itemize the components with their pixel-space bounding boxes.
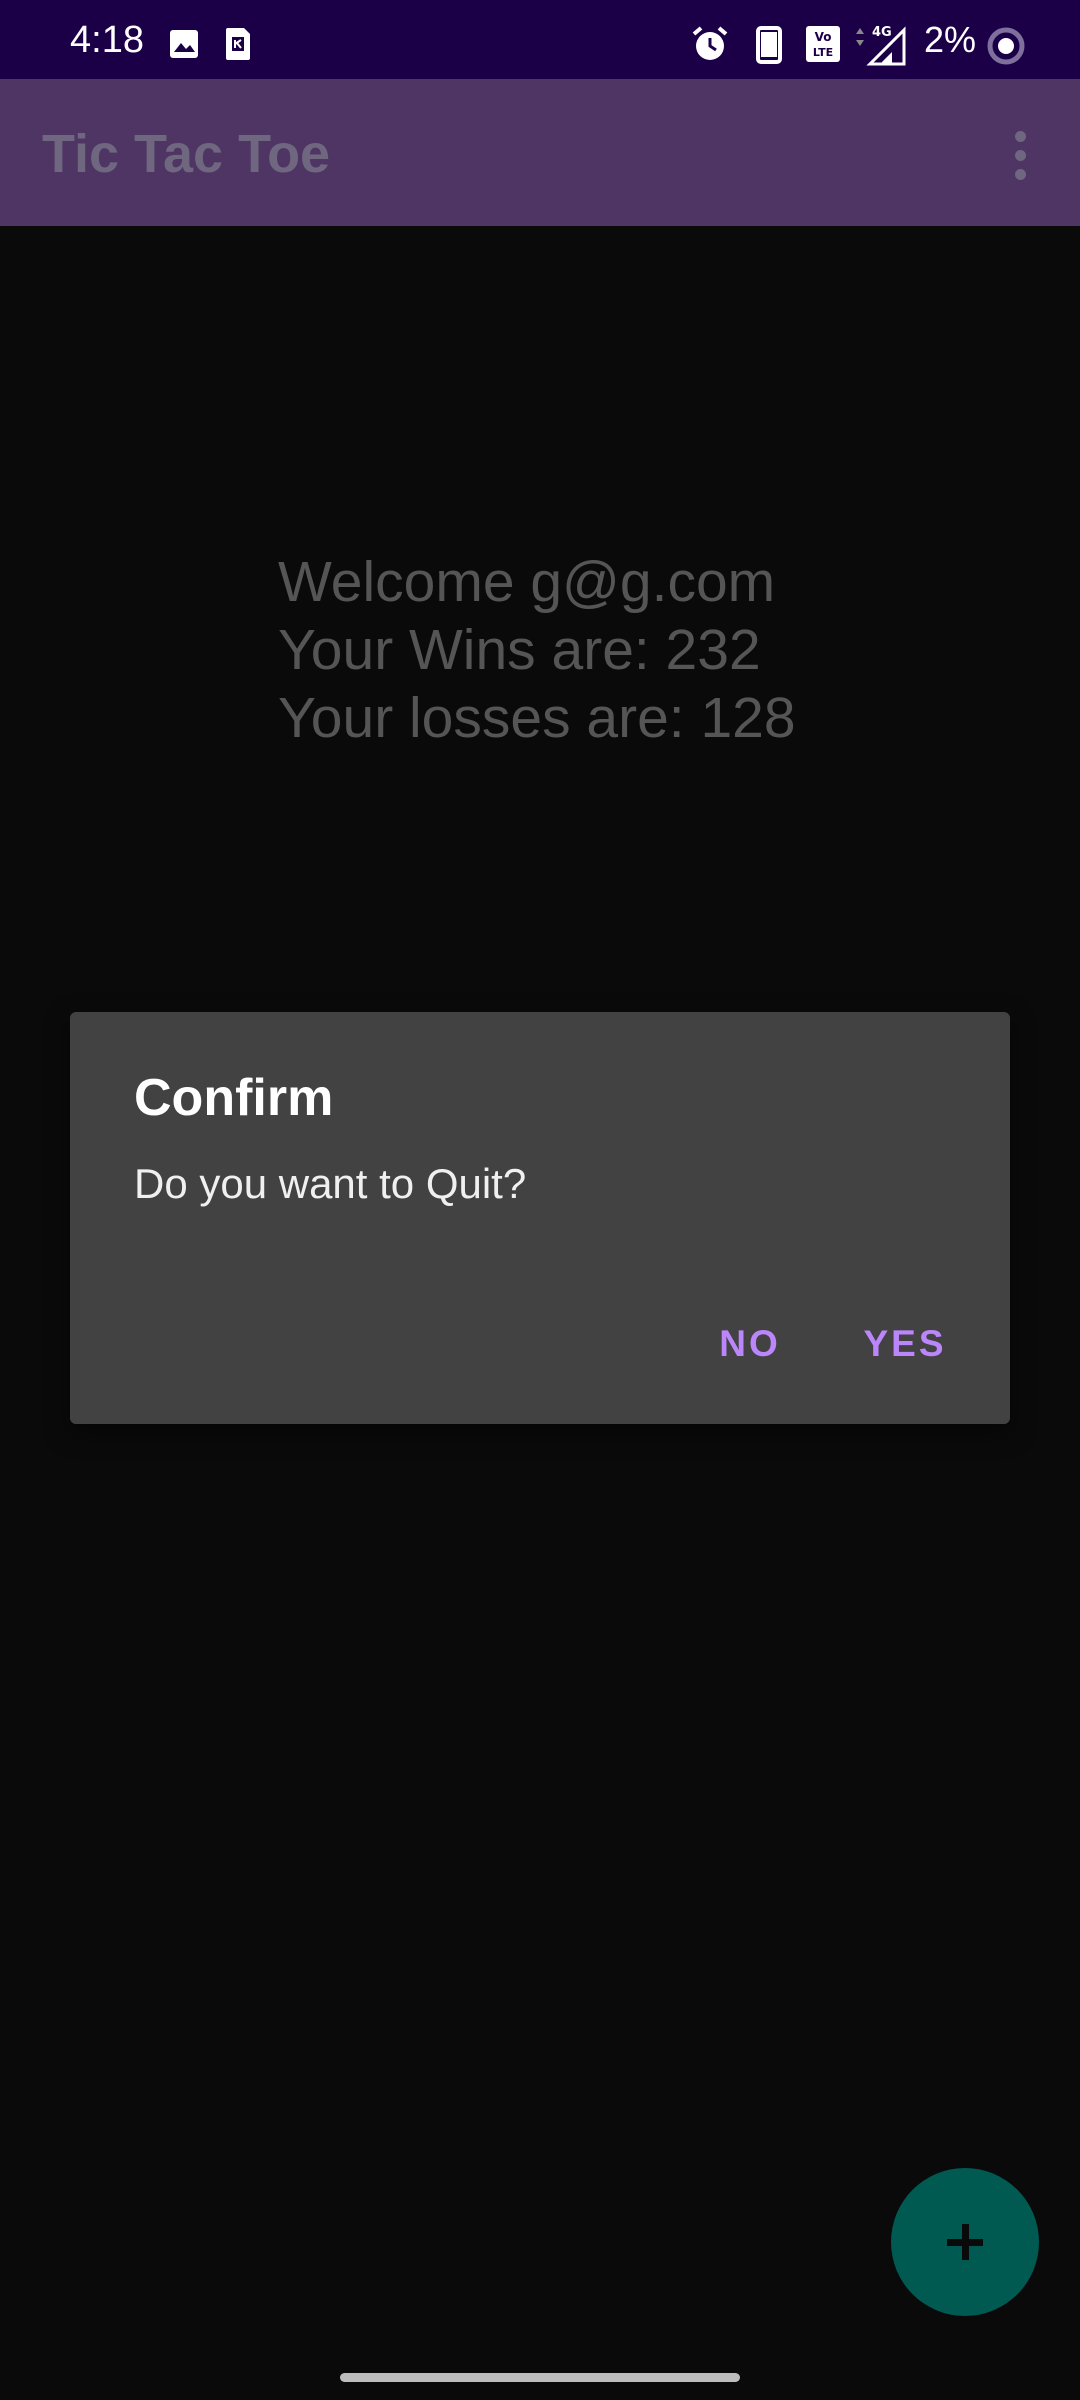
svg-text:4G: 4G [872,25,892,40]
confirm-dialog: Confirm Do you want to Quit? NO YES [70,1012,1010,1424]
losses-line: Your losses are: 128 [278,686,796,750]
no-button[interactable]: NO [690,1312,810,1376]
battery-ring-icon [986,26,1026,71]
status-time: 4:18 [70,19,144,61]
gesture-nav-bar[interactable] [340,2373,740,2382]
svg-text:Vo: Vo [815,30,832,44]
svg-text:LTE: LTE [813,46,833,59]
app-bar: Tic Tac Toe [0,79,1080,226]
welcome-text: Welcome g@g.com Your Wins are: 232 Your … [278,548,796,752]
yes-button[interactable]: YES [840,1312,970,1376]
dialog-title: Confirm [134,1069,334,1127]
alarm-icon [690,24,730,69]
wins-line: Your Wins are: 232 [278,618,761,682]
phone-icon [756,26,782,69]
welcome-line: Welcome g@g.com [278,550,776,614]
battery-percentage: 2% [924,19,977,60]
volte-icon: Vo LTE [804,24,842,69]
dialog-message: Do you want to Quit? [134,1160,527,1207]
image-icon [168,28,200,65]
signal-4g-icon: 4G [852,22,908,71]
app-title: Tic Tac Toe [42,124,331,184]
overflow-menu-icon[interactable] [996,123,1046,187]
add-fab-button[interactable] [891,2168,1039,2316]
screen: 4:18 Vo LTE 4G 2% Tic Tac Toe Welcome g@… [0,0,1080,2400]
sim-card-icon [224,26,252,67]
status-bar: 4:18 Vo LTE 4G 2% [0,0,1080,79]
